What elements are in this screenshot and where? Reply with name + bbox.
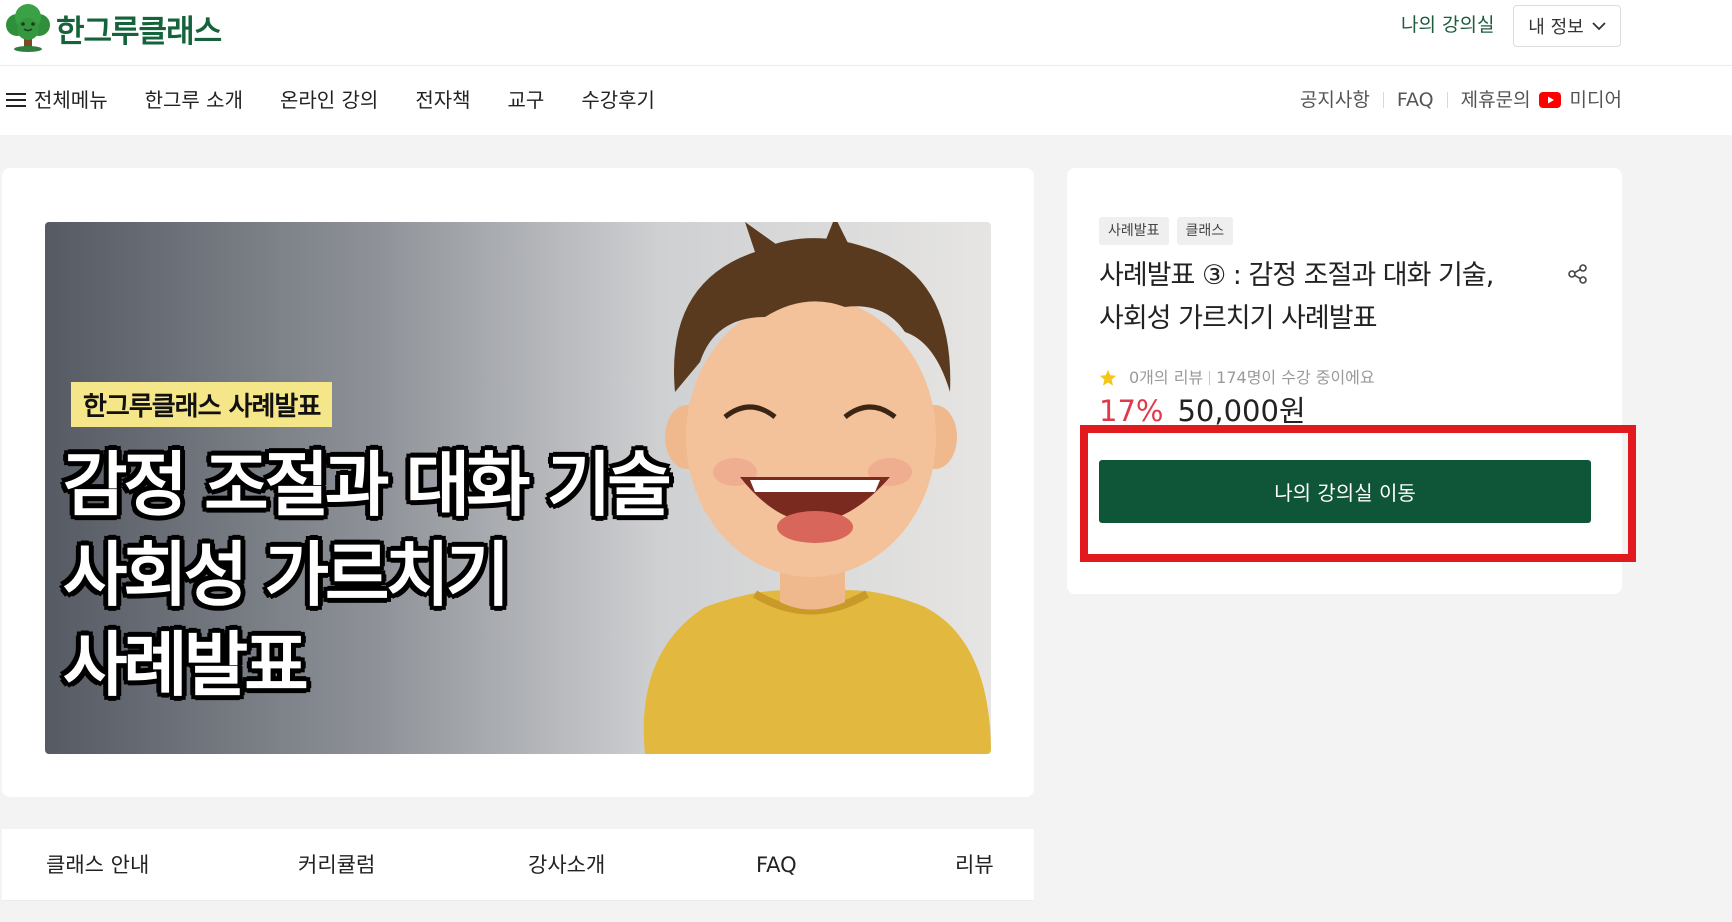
my-classroom-link[interactable]: 나의 강의실 xyxy=(1401,12,1494,38)
tab-review[interactable]: 리뷰 xyxy=(955,851,994,879)
category-badge: 사례발표 xyxy=(1099,217,1169,245)
all-menu-label: 전체메뉴 xyxy=(34,88,108,112)
thumbnail-tag: 한그루클래스 사례발표 xyxy=(71,382,333,427)
type-badge: 클래스 xyxy=(1176,217,1234,245)
all-menu-button[interactable]: 전체메뉴 xyxy=(6,86,108,114)
review-count: 0개의 리뷰 xyxy=(1129,368,1204,387)
youtube-icon xyxy=(1538,92,1561,108)
main-navigation: 전체메뉴 한그루 소개 온라인 강의 전자책 교구 수강후기 공지사항 FAQ … xyxy=(0,66,1732,135)
nav-divider xyxy=(1382,92,1384,108)
my-info-dropdown[interactable]: 내 정보 xyxy=(1513,5,1621,47)
tab-instructor[interactable]: 강사소개 xyxy=(528,851,605,879)
course-price: 50,000원 xyxy=(1177,394,1306,428)
course-badges: 사례발표 클래스 xyxy=(1099,217,1234,245)
nav-media-link[interactable]: 미디어 xyxy=(1538,86,1622,114)
thumbnail-title-line: 사회성 가르치기 xyxy=(63,534,510,616)
course-title-line: 사례발표 ③ : 감정 조절과 대화 기술, xyxy=(1099,260,1494,291)
logo-text: 한그루클래스 xyxy=(56,13,222,50)
thumbnail-title-line: 사례발표 xyxy=(63,624,309,706)
my-info-label: 내 정보 xyxy=(1528,17,1584,38)
tab-curriculum[interactable]: 커리큘럼 xyxy=(298,851,375,879)
nav-divider xyxy=(1446,92,1448,108)
course-title-line: 사회성 가르치기 사례발표 xyxy=(1099,303,1377,334)
nav-item-online-courses[interactable]: 온라인 강의 xyxy=(280,86,378,114)
site-logo[interactable]: 한그루클래스 xyxy=(2,3,222,53)
tab-class-info[interactable]: 클래스 안내 xyxy=(46,851,149,879)
thumbnail-title: 감정 조절과 대화 기술 사회성 가르치기 사례발표 xyxy=(63,440,763,710)
price-row: 17% 50,000원 xyxy=(1099,393,1306,429)
tree-logo-icon xyxy=(6,4,50,52)
student-count: 174명이 수강 중이에요 xyxy=(1216,368,1375,387)
thumbnail-title-line: 감정 조절과 대화 기술 xyxy=(63,444,672,526)
nav-item-about[interactable]: 한그루 소개 xyxy=(145,86,243,114)
highlight-annotation-box xyxy=(1080,425,1636,562)
share-icon[interactable] xyxy=(1567,263,1589,285)
course-meta: 0개의 리뷰 174명이 수강 중이에요 xyxy=(1099,367,1375,389)
nav-faq-link[interactable]: FAQ xyxy=(1397,86,1434,114)
nav-item-ebooks[interactable]: 전자책 xyxy=(415,86,470,114)
nav-item-reviews[interactable]: 수강후기 xyxy=(581,86,655,114)
chevron-down-icon xyxy=(1592,22,1606,31)
top-header: 한그루클래스 나의 강의실 내 정보 xyxy=(0,0,1732,66)
hamburger-icon xyxy=(6,93,26,107)
nav-partnership-link[interactable]: 제휴문의 xyxy=(1461,86,1531,114)
nav-notice-link[interactable]: 공지사항 xyxy=(1300,86,1370,114)
course-title: 사례발표 ③ : 감정 조절과 대화 기술, 사회성 가르치기 사례발표 xyxy=(1099,254,1519,340)
course-thumbnail: 한그루클래스 사례발표 감정 조절과 대화 기술 사회성 가르치기 사례발표 xyxy=(45,222,991,754)
discount-rate: 17% xyxy=(1099,394,1164,428)
tab-faq[interactable]: FAQ xyxy=(756,851,797,879)
star-icon xyxy=(1099,369,1117,386)
nav-item-materials[interactable]: 교구 xyxy=(508,86,545,114)
media-label: 미디어 xyxy=(1569,89,1622,111)
course-tabs: 클래스 안내 커리큘럼 강사소개 FAQ 리뷰 xyxy=(2,829,1034,901)
meta-divider xyxy=(1209,371,1211,385)
